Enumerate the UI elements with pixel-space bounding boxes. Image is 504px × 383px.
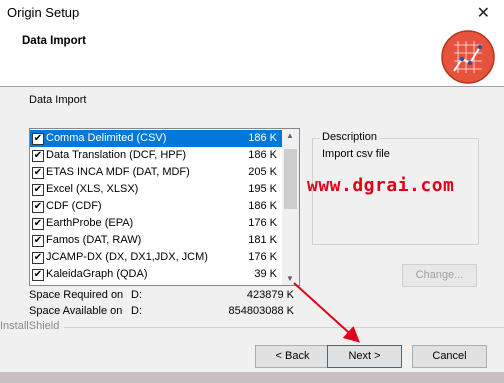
background-strip — [0, 372, 504, 383]
annotation-arrow — [293, 282, 360, 343]
